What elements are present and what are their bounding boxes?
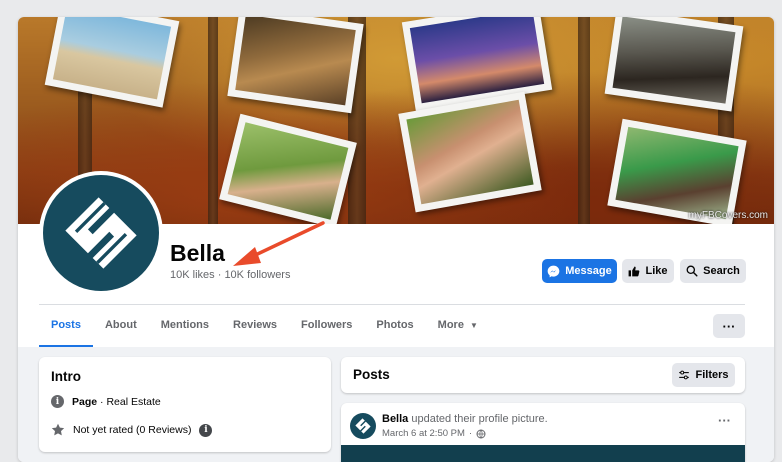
tab-mentions[interactable]: Mentions	[149, 313, 221, 347]
tab-reviews[interactable]: Reviews	[221, 313, 289, 347]
like-button[interactable]: Like	[622, 259, 674, 283]
more-options-button[interactable]: ···	[713, 314, 745, 338]
collage-photo-horses	[604, 17, 744, 112]
page-frame: myFBCovers.com Bella 10K likes · 10K fol…	[18, 17, 774, 462]
tab-more-label: More	[437, 319, 464, 331]
message-button-label: Message	[565, 265, 612, 277]
posts-header-card: Posts Filters	[341, 357, 745, 393]
profile-picture[interactable]	[39, 171, 163, 295]
post-meta-separator: ·	[468, 428, 473, 439]
collage-photo-silhouette	[401, 17, 553, 112]
filter-sliders-icon	[679, 370, 690, 380]
likes-count[interactable]: 10K likes	[170, 269, 215, 281]
tab-photos[interactable]: Photos	[364, 313, 425, 347]
post-meta: March 6 at 2:50 PM ·	[382, 428, 486, 439]
intro-category-value[interactable]: · Real Estate	[97, 396, 161, 408]
collage-photo-couple	[219, 113, 357, 224]
search-icon	[686, 265, 698, 277]
collage-photo-dock	[227, 17, 364, 114]
post-options-button[interactable]: ···	[718, 413, 731, 428]
page-title: Bella	[170, 240, 225, 266]
tab-posts[interactable]: Posts	[39, 313, 93, 347]
posts-title: Posts	[353, 367, 390, 382]
annotation-arrow-icon	[233, 221, 325, 266]
s-logo-icon	[65, 197, 137, 269]
collage-photo-beach	[44, 17, 180, 108]
tab-followers[interactable]: Followers	[289, 313, 364, 347]
post-author-avatar[interactable]	[350, 413, 376, 439]
caret-down-icon: ▼	[470, 321, 478, 330]
tab-more[interactable]: More ▼	[426, 313, 490, 347]
post-item: Bella updated their profile picture. Mar…	[341, 403, 745, 462]
s-logo-icon	[355, 418, 371, 434]
stats-separator: ·	[217, 269, 222, 281]
filters-button-label: Filters	[695, 369, 729, 381]
filters-button[interactable]: Filters	[672, 363, 735, 387]
intro-card: Intro i Page · Real Estate Not yet rated…	[39, 357, 331, 452]
message-button[interactable]: Message	[542, 259, 617, 283]
search-button[interactable]: Search	[680, 259, 746, 283]
globe-icon	[476, 429, 486, 438]
intro-category-row: i Page · Real Estate	[51, 395, 161, 408]
post-timestamp[interactable]: March 6 at 2:50 PM	[382, 428, 465, 439]
intro-title: Intro	[51, 369, 81, 384]
thumbs-up-icon	[629, 266, 640, 277]
post-author[interactable]: Bella	[382, 413, 408, 425]
messenger-icon	[547, 265, 560, 277]
logo-mark	[43, 175, 159, 291]
star-icon	[51, 423, 65, 436]
info-icon: i	[51, 395, 64, 408]
header-divider	[39, 304, 745, 305]
intro-category-label: Page	[72, 395, 98, 408]
tab-about[interactable]: About	[93, 313, 149, 347]
search-button-label: Search	[703, 265, 740, 277]
post-image[interactable]	[341, 445, 745, 462]
intro-category: Page · Real Estate	[72, 396, 161, 408]
rating-text: Not yet rated (0 Reviews)	[73, 424, 192, 436]
page-tabs: Posts About Mentions Reviews Followers P…	[39, 313, 490, 347]
post-action-text: updated their profile picture.	[408, 413, 548, 425]
cover-watermark: myFBCovers.com	[688, 210, 768, 221]
post-headline: Bella updated their profile picture.	[382, 413, 548, 425]
collage-photo-girls	[398, 91, 542, 213]
tree-trunk	[578, 17, 590, 224]
intro-rating-row: Not yet rated (0 Reviews) i	[51, 423, 213, 437]
tree-trunk	[208, 17, 218, 224]
like-button-label: Like	[645, 265, 668, 277]
rating-info-icon[interactable]: i	[199, 423, 213, 437]
